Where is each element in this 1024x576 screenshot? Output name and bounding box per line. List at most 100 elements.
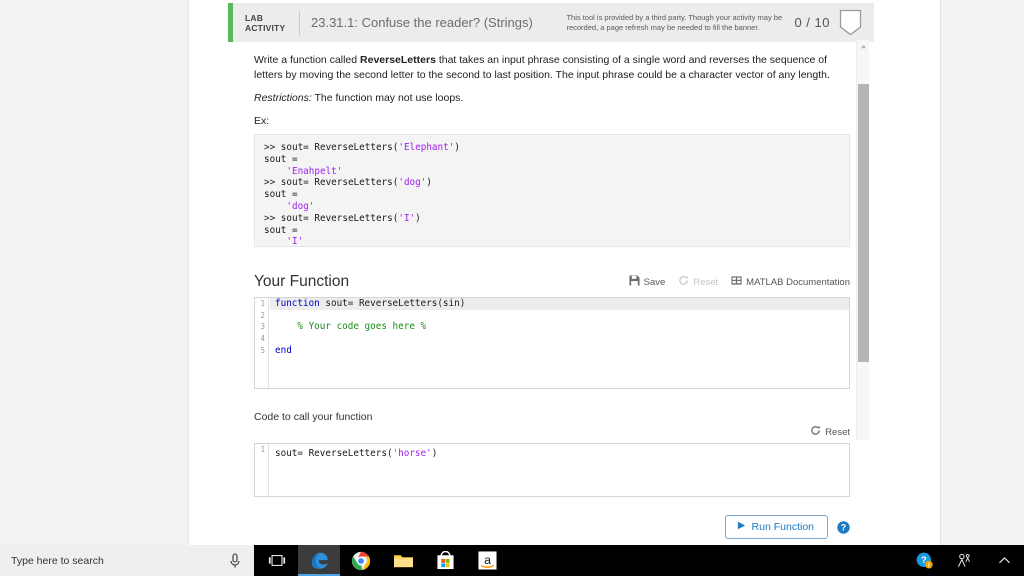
editor-code-line[interactable] [270,333,849,345]
matlab-documentation-link[interactable]: MATLAB Documentation [731,275,850,289]
line-number: 1 [260,299,265,308]
call-code-editor[interactable]: 1 sout= ReverseLetters('horse') [254,443,850,497]
svg-text:a: a [484,553,491,567]
svg-text:?: ? [841,522,847,532]
code-token: ) [431,448,438,459]
reset-function-button[interactable]: Reset [678,275,718,289]
function-name-bold: ReverseLetters [360,54,436,66]
code-token: sout = [264,224,298,236]
editor-code-line[interactable]: end [270,345,849,357]
activity-title: 23.31.1: Confuse the reader? (Strings) [311,15,533,30]
lab-activity-tag: LAB ACTIVITY [245,13,299,33]
chevron-up-icon[interactable] [857,40,870,53]
function-editor-lines[interactable]: function sout= ReverseLetters(sin) % You… [270,298,849,356]
play-triangle-icon [737,521,746,533]
run-function-label: Run Function [751,521,814,533]
call-editor-lines[interactable]: sout= ReverseLetters('horse') [270,444,849,460]
call-editor-gutter: 1 [255,444,269,496]
editor-toolbar: Save Reset MATLAB Documentation [629,275,850,291]
problem-statement: Write a function called ReverseLetters t… [254,53,850,82]
line-number: 1 [260,445,265,454]
function-code-editor[interactable]: 1 2 3 45 function sout= ReverseLetters(sin)… [254,297,850,389]
example-code-line: >> sout= ReverseLetters('dog') [264,177,849,189]
content-scrollbar[interactable] [856,40,869,440]
code-token: % Your code goes here % [275,321,427,333]
editor-code-line[interactable] [270,310,849,322]
save-button[interactable]: Save [629,275,666,289]
desktop-background-right [941,0,1024,545]
line-number: 5 [260,345,265,355]
call-function-title: Code to call your function [254,411,373,423]
floppy-disk-icon [629,275,640,289]
code-token: end [275,344,292,356]
editor-code-line[interactable]: % Your code goes here % [270,321,849,333]
microphone-icon[interactable] [227,552,243,570]
people-icon[interactable] [944,545,984,576]
taskbar-pinned-apps: a [256,545,508,576]
restrictions-text: The function may not use loops. [311,92,464,104]
edge-icon[interactable] [298,545,340,576]
example-label: Ex: [254,115,270,127]
example-code-line: 'I' [264,236,849,248]
search-placeholder: Type here to search [11,554,104,567]
example-code-line: 'Enahpelt' [264,166,849,178]
activity-body: Write a function called ReverseLetters t… [228,42,874,549]
scrollbar-thumb[interactable] [858,84,869,362]
editor-code-line[interactable]: function sout= ReverseLetters(sin) [270,298,849,310]
lab-activity-container: LAB ACTIVITY 23.31.1: Confuse the reader… [228,3,874,549]
code-token: 'dog' [286,200,315,212]
your-function-title: Your Function [254,273,350,290]
amazon-icon[interactable]: a [466,545,508,576]
call-function-header: Code to call your function Reset [254,411,850,439]
example-code-line: sout = [264,225,849,237]
windows-taskbar: Type here to search a ? ! [0,545,1024,576]
line-number: 2 [260,310,265,320]
code-token: 'I' [398,212,416,224]
shield-badge-icon [839,9,862,36]
code-token: function [275,298,320,309]
task-view-icon[interactable] [256,545,298,576]
editor-code-line[interactable]: sout= ReverseLetters('horse') [270,448,849,460]
show-hidden-icons-chevron-icon[interactable] [984,545,1024,576]
matlab-documentation-label: MATLAB Documentation [746,276,850,288]
example-code-line: 'dog' [264,201,849,213]
refresh-circular-arrow-icon [810,425,821,439]
disclaimer-line1: This tool is provided by a third party. … [566,12,783,22]
example-code-line: >> sout= ReverseLetters('I') [264,213,849,225]
help-warning-icon[interactable]: ? ! [904,545,944,576]
code-token: >> sout= ReverseLetters( [264,177,399,189]
code-token: 'Elephant' [398,142,455,153]
page-edge-left [188,0,189,545]
code-token: sout = [264,153,298,165]
code-token: ) [426,177,432,189]
save-label: Save [643,276,666,288]
code-token: >> sout= ReverseLetters( [264,142,399,153]
disclaimer-line2: recorded, a page refresh may be needed t… [566,22,760,32]
example-code-line: sout = [264,189,849,201]
microsoft-store-icon[interactable] [424,545,466,576]
code-token: sout= ReverseLetters(sin) [319,298,466,309]
code-token: 'Enahpelt' [286,165,343,177]
system-tray: ? ! [904,545,1024,576]
run-function-button[interactable]: Run Function [724,515,828,539]
search-input[interactable]: Type here to search [0,545,254,576]
code-token: 'dog' [398,177,427,189]
reset-call-button[interactable]: Reset [810,425,850,439]
question-mark-circle-icon[interactable]: ? [837,520,850,534]
page-edge-right [940,0,941,545]
lab-activity-header: LAB ACTIVITY 23.31.1: Confuse the reader… [228,3,874,42]
file-explorer-icon[interactable] [382,545,424,576]
reset-call-label: Reset [825,426,850,438]
example-code-block: >> sout= ReverseLetters('Elephant') sout … [254,134,850,247]
your-function-header: Your Function Save Reset MATLAB Document… [254,273,850,291]
refresh-circular-arrow-icon [678,275,689,289]
run-row: Run Function ? [254,515,850,549]
code-token: ) [415,212,421,224]
desktop-background-left [0,0,188,545]
reset-function-label: Reset [693,276,719,288]
line-number: 3 [260,322,265,332]
chrome-icon[interactable] [340,545,382,576]
